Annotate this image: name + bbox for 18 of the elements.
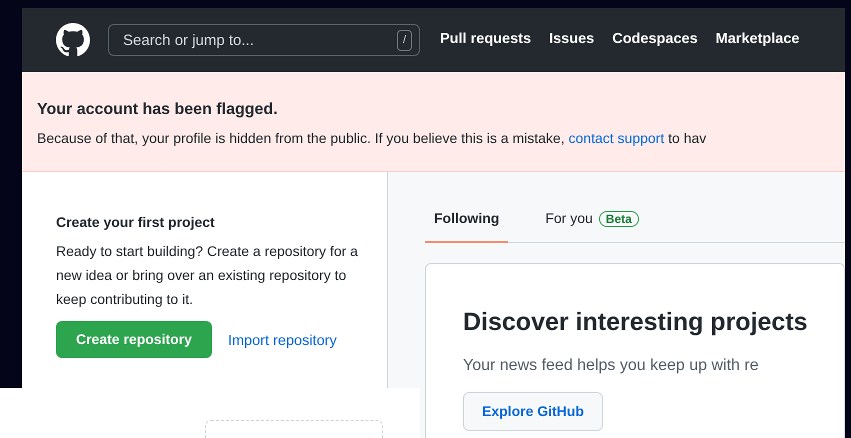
banner-title: Your account has been flagged. (37, 100, 279, 120)
contact-support-link[interactable]: contact support (568, 130, 664, 146)
shortcut-key: / (396, 30, 412, 50)
octocat-logo-icon[interactable] (56, 23, 90, 57)
nav-link[interactable]: Codespaces (612, 29, 698, 51)
explore-github-button[interactable]: Explore GitHub (463, 392, 603, 430)
card-heading: Discover interesting projects (463, 307, 809, 338)
nav-link[interactable]: Marketplace (716, 29, 800, 51)
banner-message: Because of that, your profile is hidden from the public. If you believe this is a mistake, contact support to hav (37, 129, 708, 148)
section-description: Ready to start building? Create a repository for a new idea or bring over an existing repository to keep contributing to it. (56, 242, 359, 309)
section-title: Create your first project (56, 213, 216, 232)
feed-tab[interactable]: Following (425, 200, 508, 243)
card-text: Your news feed helps you keep up with re (463, 356, 760, 376)
nav-link[interactable]: Pull requests (440, 29, 532, 51)
beta-label: Beta (598, 211, 639, 227)
nav-link[interactable]: Issues (549, 29, 594, 51)
feed-tab[interactable]: For you Beta (536, 200, 648, 243)
import-repository-link[interactable]: Import repository (228, 330, 337, 352)
